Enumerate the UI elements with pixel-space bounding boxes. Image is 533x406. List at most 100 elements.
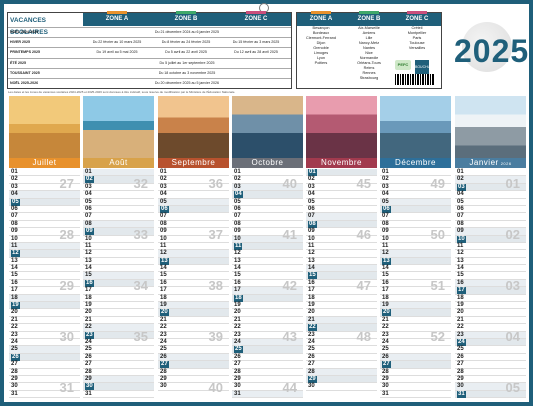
day-number: 01 (11, 169, 18, 175)
day-number: 14 (382, 265, 389, 272)
day-row: 31 (380, 391, 451, 399)
day-number: 24 (234, 338, 241, 345)
day-number: 04 (457, 191, 464, 198)
day-number: 19 (85, 302, 92, 309)
week-number: 35 (133, 329, 148, 344)
vacation-row-label: PRINTEMPS 2025 (10, 50, 40, 55)
day-number: 15 (382, 272, 389, 279)
day-row: 05 (306, 199, 377, 206)
day-number: 19 (382, 302, 389, 309)
week-number: 27 (59, 176, 74, 191)
day-number: 31 (457, 390, 466, 398)
day-row: 27 (306, 361, 377, 369)
day-number: 06 (382, 205, 391, 213)
vacation-row-label: ÉTÉ 2025 (10, 60, 26, 65)
day-row: 19 (455, 302, 526, 310)
day-number: 24 (457, 338, 466, 346)
vacation-row-label: NOËL 2025-2026 (10, 81, 39, 85)
day-number: 10 (234, 235, 241, 242)
day-number: 22 (11, 324, 18, 331)
day-row: 07 (306, 213, 377, 221)
day-number: 12 (308, 250, 315, 257)
week-number: 37 (208, 227, 223, 242)
day-row: 18 (158, 295, 229, 303)
day-number: 19 (160, 302, 167, 309)
day-number: 11 (85, 242, 92, 249)
day-row: 07 (158, 213, 229, 221)
vacation-dates: Du 21 décembre 2024 au 6 janvier 2025 (154, 30, 220, 34)
day-row: 07 (455, 213, 526, 221)
week-number: 29 (59, 278, 74, 293)
day-number: 01 (160, 169, 167, 175)
day-row: 14 (158, 265, 229, 273)
day-number: 03 (234, 183, 241, 190)
week-number: 03 (505, 278, 520, 293)
day-number: 05 (234, 198, 241, 205)
day-number: 22 (160, 324, 167, 331)
vacation-dates: Du 5 avril au 22 avril 2025 (165, 50, 207, 55)
week-number: 51 (430, 278, 445, 293)
day-number: 26 (382, 353, 389, 360)
day-number: 02 (457, 176, 464, 183)
day-number: 06 (308, 205, 315, 212)
day-number: 07 (11, 213, 18, 220)
day-number: 03 (11, 183, 18, 190)
day-number: 24 (85, 338, 92, 345)
week-number: 33 (133, 227, 148, 242)
day-row: 11 (306, 243, 377, 251)
day-row: 25 (380, 346, 451, 354)
day-number: 28 (160, 368, 167, 375)
day-row: 06 (232, 206, 303, 214)
day-row: 13 (83, 258, 154, 266)
day-row: 27 (9, 361, 80, 369)
day-row: 20 (9, 309, 80, 317)
zone-a-cities: ZONE A Besançon Bordeaux Clermont-Ferrand Di… (297, 11, 345, 88)
day-number: 07 (308, 213, 315, 220)
day-number: 16 (308, 279, 315, 286)
day-number: 23 (160, 331, 167, 338)
day-row: 26 (380, 353, 451, 362)
day-number: 27 (234, 361, 241, 368)
day-row: 26 (9, 353, 80, 362)
day-number: 29 (160, 375, 167, 382)
day-number: 14 (11, 265, 18, 272)
day-number: 20 (308, 309, 315, 316)
day-row: 27 (232, 361, 303, 369)
day-row: 12 (9, 250, 80, 258)
day-row: 11 (158, 243, 229, 251)
day-row: 07 (83, 213, 154, 221)
day-row: 13 (158, 257, 229, 266)
barcode (395, 74, 435, 85)
day-number: 23 (382, 331, 389, 338)
week-number: 42 (282, 278, 297, 293)
day-row: 14 (232, 265, 303, 273)
day-number: 07 (160, 213, 167, 220)
day-number: 23 (234, 331, 241, 338)
day-number: 26 (85, 353, 92, 360)
day-row: 13 (306, 258, 377, 266)
day-row: 11 (83, 242, 154, 251)
week-number: 40 (282, 176, 297, 191)
day-row: 14 (83, 265, 154, 273)
month-photo (455, 96, 526, 158)
day-row: 05 (83, 199, 154, 206)
day-row: 05 (158, 198, 229, 206)
day-number: 02 (85, 176, 94, 184)
week-number: 39 (208, 329, 223, 344)
day-row: 06 (455, 206, 526, 214)
day-number: 08 (234, 220, 241, 227)
month-column: Décembre 01 02 03 04 05 06 07 08 09 10 11 12 13 14 15 16… (380, 96, 451, 401)
day-number: 08 (382, 220, 389, 227)
day-number: 29 (457, 375, 464, 382)
month-label: Juillet (32, 158, 57, 167)
day-row: 28 (232, 369, 303, 376)
week-number: 01 (505, 176, 520, 191)
day-row: 13 (455, 258, 526, 266)
day-number: 20 (234, 309, 241, 316)
month-label: Janvier (469, 158, 499, 167)
day-number: 28 (382, 368, 389, 375)
day-number: 30 (382, 383, 389, 390)
day-row: 12 (158, 250, 229, 258)
zone-city: Strasbourg (359, 76, 379, 80)
day-number: 04 (85, 191, 92, 198)
